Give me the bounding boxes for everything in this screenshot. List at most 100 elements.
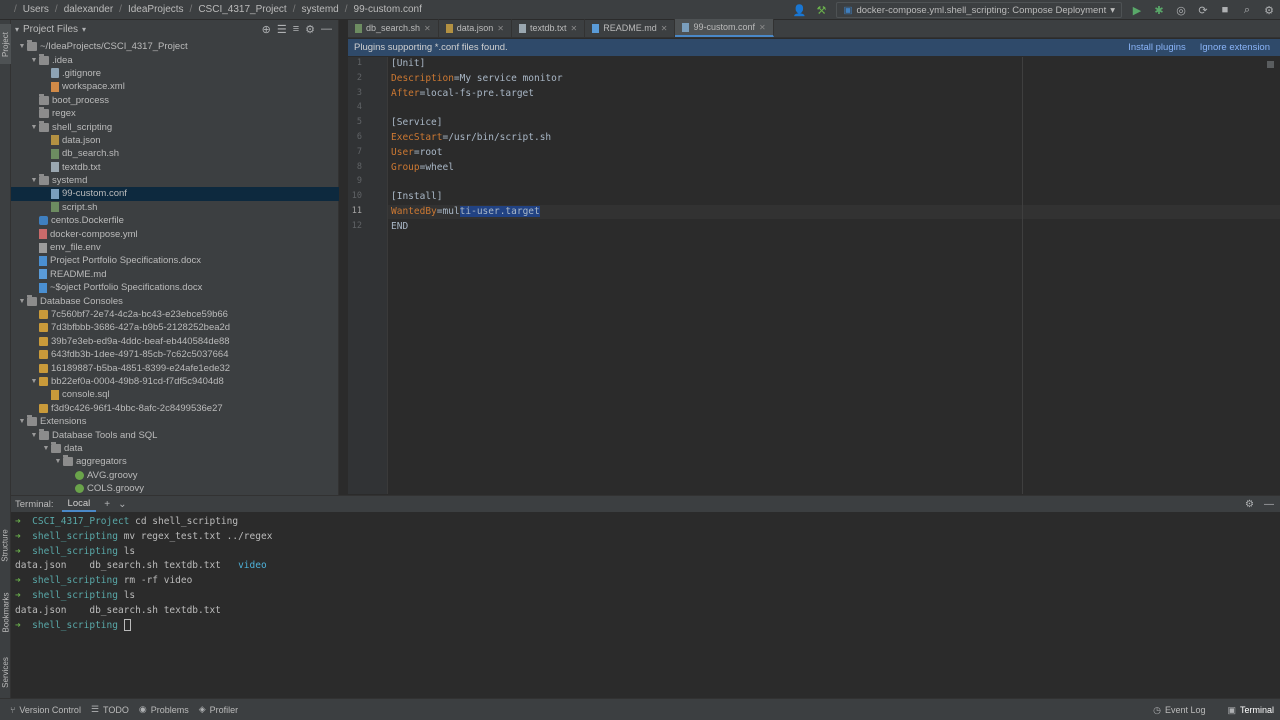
status-item[interactable]: ◉ Problems <box>139 704 189 715</box>
status-item[interactable]: ☰ TODO <box>91 704 129 715</box>
breadcrumb-item[interactable]: systemd <box>302 4 339 15</box>
editor-tab[interactable]: README.md ✕ <box>585 19 676 37</box>
code-line[interactable]: After=local-fs-pre.target <box>391 87 534 101</box>
search-icon[interactable]: ⌕ <box>1238 1 1256 19</box>
new-terminal-icon[interactable]: + <box>104 499 110 510</box>
tree-folder[interactable]: ▼ data <box>11 441 339 455</box>
status-item[interactable]: ◷ Event Log <box>1153 705 1205 716</box>
code-line[interactable]: WantedBy=multi-user.target <box>391 205 540 219</box>
code-line[interactable]: Description=My service monitor <box>391 72 563 86</box>
breadcrumb-item[interactable]: Users <box>23 4 49 15</box>
hide-icon[interactable]: — <box>1264 499 1274 510</box>
tree-folder[interactable]: regex <box>11 107 339 120</box>
gear-icon[interactable]: ⚙ <box>1245 499 1254 510</box>
chevron-down-icon[interactable]: ▼ <box>29 124 39 131</box>
code-line[interactable]: ExecStart=/usr/bin/script.sh <box>391 131 551 145</box>
chevron-down-icon[interactable]: ▼ <box>29 432 39 439</box>
chevron-down-icon[interactable]: ▼ <box>29 57 39 64</box>
tree-file[interactable]: script.sh <box>11 201 339 214</box>
bookmarks-tool-tab[interactable]: Bookmarks <box>0 585 11 640</box>
tree-file[interactable]: .gitignore <box>11 67 339 80</box>
code-area[interactable]: [Unit] Description=My service monitor Afte… <box>391 57 1271 494</box>
coverage-icon[interactable]: ◎ <box>1172 1 1190 19</box>
breadcrumb-item[interactable]: dalexander <box>64 4 113 15</box>
chevron-down-icon[interactable]: ▼ <box>17 43 27 50</box>
tree-folder[interactable]: ▼ .idea <box>11 53 339 66</box>
editor-tab[interactable]: textdb.txt ✕ <box>512 19 586 37</box>
close-icon[interactable]: ✕ <box>424 24 431 33</box>
inspection-status-icon[interactable] <box>1267 61 1274 68</box>
tree-file[interactable]: 7c560bf7-2e74-4c2a-bc43-e23ebce59b66 <box>11 308 339 321</box>
tree-file[interactable]: 16189887-b5ba-4851-8399-e24afe1ede32 <box>11 361 339 374</box>
breadcrumb-item[interactable]: 99-custom.conf <box>354 4 422 15</box>
chevron-down-icon[interactable]: ▼ <box>29 177 39 184</box>
code-line[interactable]: [Install] <box>391 190 442 204</box>
tree-file[interactable]: console.sql <box>11 388 339 401</box>
breadcrumb-item[interactable]: IdeaProjects <box>128 4 184 15</box>
run-configuration-dropdown[interactable]: ▣ docker-compose.yml.shell_scripting: Co… <box>836 2 1122 18</box>
tree-file[interactable]: 39b7e3eb-ed9a-4ddc-beaf-eb440584de88 <box>11 335 339 348</box>
tree-folder[interactable]: ▼ Database Tools and SQL <box>11 428 339 441</box>
chevron-down-icon[interactable]: ▾ <box>15 25 19 34</box>
project-tool-tab[interactable]: Project <box>0 24 11 64</box>
tree-folder[interactable]: ▼ Extensions <box>11 415 339 428</box>
chevron-down-icon[interactable]: ▼ <box>41 445 51 452</box>
code-line[interactable]: [Unit] <box>391 57 425 71</box>
profile-icon[interactable]: ⟳ <box>1194 1 1212 19</box>
tree-file[interactable]: AVG.groovy <box>11 469 339 482</box>
close-icon[interactable]: ✕ <box>571 24 578 33</box>
tree-file[interactable]: docker-compose.yml <box>11 227 339 240</box>
tree-file[interactable]: COLS.groovy <box>11 482 339 495</box>
tree-file[interactable]: 99-custom.conf <box>11 187 339 201</box>
tree-folder[interactable]: ▼ aggregators <box>11 455 339 468</box>
chevron-down-icon[interactable]: ▼ <box>17 298 27 305</box>
chevron-down-icon[interactable]: ▼ <box>17 418 27 425</box>
settings-icon[interactable]: ⚙ <box>1260 1 1278 19</box>
hide-icon[interactable]: — <box>321 23 332 35</box>
collapse-all-icon[interactable]: ≡ <box>293 23 299 35</box>
chevron-down-icon[interactable]: ▾ <box>82 25 86 34</box>
tree-file[interactable]: 7d3bfbbb-3686-427a-b9b5-2128252bea2d <box>11 321 339 334</box>
ignore-extension-link[interactable]: Ignore extension <box>1200 42 1270 53</box>
breadcrumb-item[interactable]: CSCI_4317_Project <box>198 4 286 15</box>
tree-file[interactable]: centos.Dockerfile <box>11 214 339 227</box>
tree-file[interactable]: Project Portfolio Specifications.docx <box>11 254 339 267</box>
code-line[interactable]: User=root <box>391 146 443 160</box>
tree-file[interactable]: env_file.env <box>11 241 339 254</box>
install-plugins-link[interactable]: Install plugins <box>1128 42 1186 53</box>
build-hammer-icon[interactable]: ⚒ <box>812 1 830 19</box>
tree-folder[interactable]: boot_process <box>11 93 339 107</box>
tree-file[interactable]: 643fdb3b-1dee-4971-85cb-7c62c5037664 <box>11 348 339 361</box>
tree-folder[interactable]: ▼ ~/IdeaProjects/CSCI_4317_Project <box>11 40 339 53</box>
tree-folder[interactable]: ▼ systemd <box>11 174 339 187</box>
close-icon[interactable]: ✕ <box>661 24 668 33</box>
tree-file[interactable]: db_search.sh <box>11 147 339 160</box>
stop-icon[interactable]: ■ <box>1216 1 1234 19</box>
structure-tool-tab[interactable]: Structure <box>0 520 11 570</box>
tree-folder[interactable]: ▼ Database Consoles <box>11 294 339 307</box>
status-item[interactable]: ◈ Profiler <box>199 704 238 715</box>
code-line[interactable]: [Service] <box>391 116 442 130</box>
editor-tab[interactable]: data.json ✕ <box>439 19 512 37</box>
tree-file[interactable]: ▼ bb22ef0a-0004-49b8-91cd-f7df5c9404d8 <box>11 375 339 388</box>
expand-all-icon[interactable]: ☰ <box>277 23 287 36</box>
tree-file[interactable]: workspace.xml <box>11 80 339 93</box>
editor-tab[interactable]: 99-custom.conf ✕ <box>675 19 774 37</box>
status-item[interactable]: ⑂ Version Control <box>10 705 81 715</box>
chevron-down-icon[interactable]: ▼ <box>29 378 39 385</box>
editor-tab[interactable]: db_search.sh ✕ <box>348 19 439 37</box>
tree-file[interactable]: ~$oject Portfolio Specifications.docx <box>11 281 339 294</box>
locate-file-icon[interactable]: ⊕ <box>262 23 271 36</box>
services-tool-tab[interactable]: Services <box>0 650 11 695</box>
close-icon[interactable]: ✕ <box>759 23 766 32</box>
user-icon[interactable]: 👤 <box>790 1 808 19</box>
chevron-down-icon[interactable]: ⌄ <box>118 499 126 510</box>
debug-icon[interactable]: ✱ <box>1150 1 1168 19</box>
code-line[interactable]: END <box>391 220 408 234</box>
code-line[interactable]: Group=wheel <box>391 161 454 175</box>
terminal-output[interactable]: ➜ CSCI_4317_Project cd shell_scripting ➜ … <box>11 512 1280 636</box>
tree-file[interactable]: f3d9c426-96f1-4bbc-8afc-2c8499536e27 <box>11 402 339 415</box>
close-icon[interactable]: ✕ <box>497 24 504 33</box>
tree-folder[interactable]: ▼ shell_scripting <box>11 120 339 133</box>
status-item[interactable]: ▣ Terminal <box>1227 705 1274 716</box>
